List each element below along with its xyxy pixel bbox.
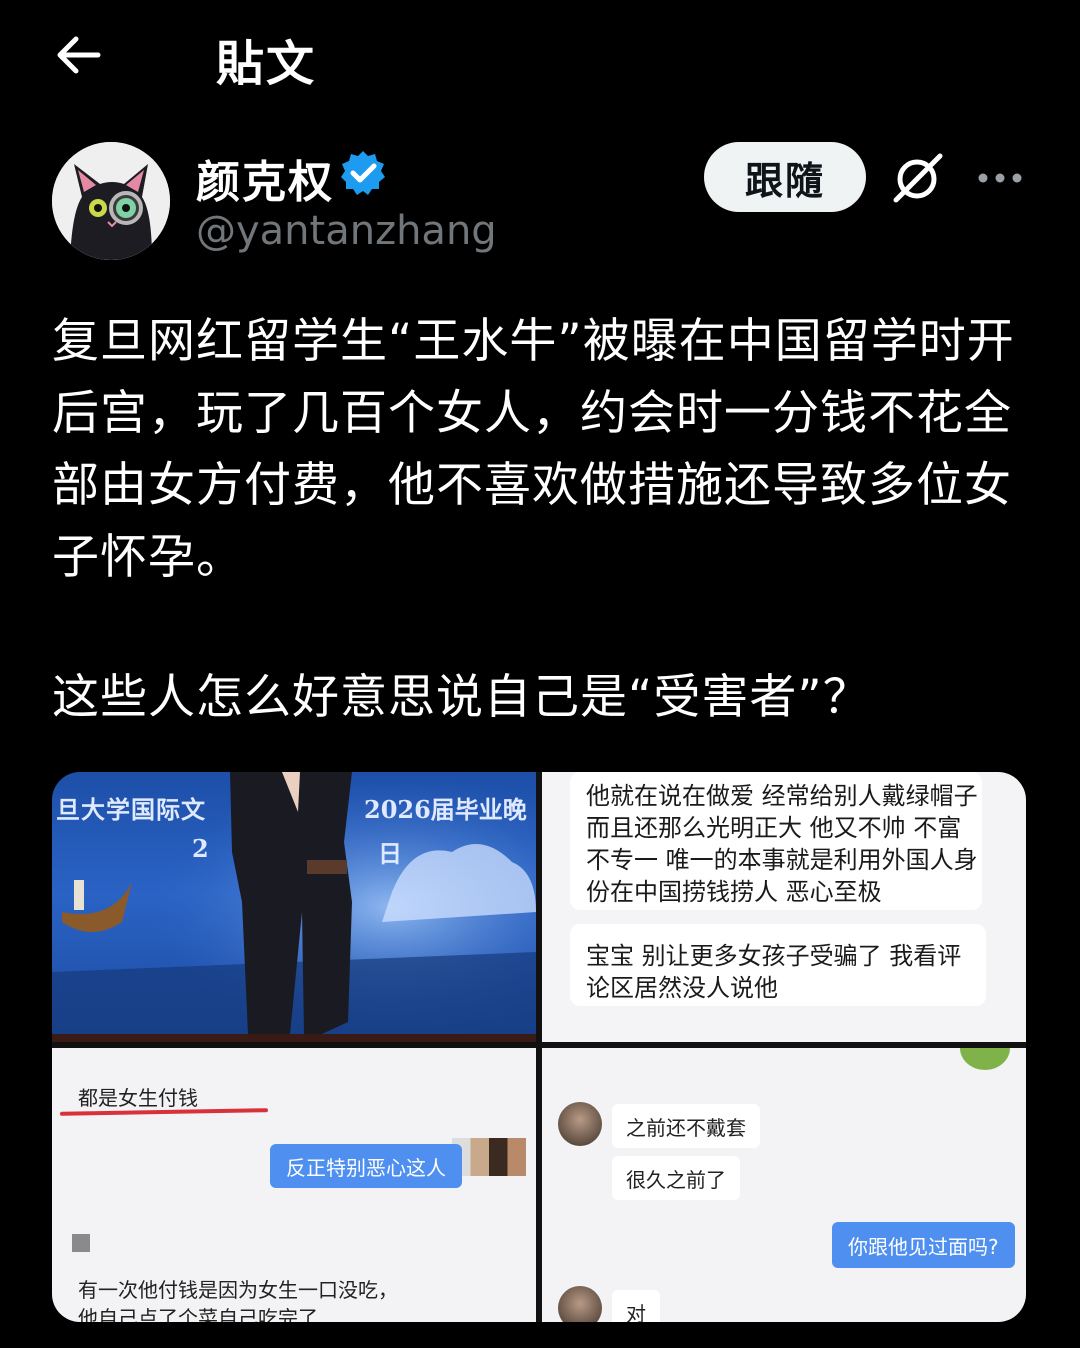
contact-avatar: [558, 1102, 602, 1146]
media-image-chat1[interactable]: 他就在说在做爱 经常给别人戴绿帽子 而且还那么光明正大 他又不帅 不富 不专一 …: [542, 772, 1026, 1042]
post-paragraph: 这些人怎么好意思说自己是“受害者”？: [52, 670, 871, 725]
chat-message-line: 有一次他付钱是因为女生一口没吃，: [78, 1278, 398, 1302]
chat-bubble-sent: 反正特别恶心这人: [270, 1144, 462, 1188]
grok-icon: [893, 153, 943, 203]
chat-message-line: 而且还那么光明正大 他又不帅 不富: [586, 814, 962, 842]
chat-message: 都是女生付钱: [78, 1086, 198, 1110]
author-handle[interactable]: @yantanzhang: [196, 208, 497, 254]
top-bar: 貼文: [0, 0, 1080, 110]
media-image-stage[interactable]: 旦大学国际文 2026届毕业晚 2 日: [52, 772, 536, 1042]
chat-bubble-received: 之前还不戴套: [612, 1104, 760, 1148]
page-title: 貼文: [216, 36, 317, 92]
avatar-placeholder: [72, 1234, 90, 1252]
verified-badge-icon: [338, 148, 388, 198]
media-image-chat3[interactable]: 之前还不戴套 很久之前了 你跟他见过面吗? 对: [542, 1048, 1026, 1322]
green-avatar: [960, 1048, 1010, 1070]
banner-sub-left: 2: [192, 834, 209, 863]
pixelated-avatar: [452, 1138, 526, 1176]
cat-avatar-icon: [52, 142, 170, 260]
media-grid[interactable]: 旦大学国际文 2026届毕业晚 2 日 他就在说在做爱 经常给别人戴绿帽子 而且…: [52, 772, 1026, 1322]
more-horizontal-icon: [978, 173, 1022, 183]
media-image-chat2[interactable]: 都是女生付钱 反正特别恶心这人 有一次他付钱是因为女生一口没吃， 他自己点了个菜…: [52, 1048, 536, 1322]
grok-button[interactable]: [890, 150, 946, 206]
contact-avatar: [558, 1286, 602, 1322]
chat-message-line: 论区居然没人说他: [586, 974, 778, 1002]
banner-text-left: 旦大学国际文: [56, 795, 206, 824]
chat-bubble-received: 很久之前了: [612, 1156, 740, 1200]
chat-bubble-sent: 你跟他见过面吗?: [832, 1222, 1015, 1268]
author-name[interactable]: 颜克权: [196, 146, 334, 210]
post-text: 复旦网红留学生“王水牛”被曝在中国留学时开后宫，玩了几百个女人，约会时一分钱不花…: [52, 306, 1032, 734]
chat-message-line: 他自己点了个菜自己吃完了: [78, 1306, 318, 1322]
chat-message-line: 份在中国捞钱捞人 恶心至极: [586, 878, 882, 906]
arrow-left-icon: [57, 36, 101, 74]
back-button[interactable]: [50, 28, 106, 84]
follow-button[interactable]: 跟隨: [704, 142, 866, 212]
chat-message-line: 他就在说在做爱 经常给别人戴绿帽子: [586, 782, 978, 810]
chat-bubble-received: 对: [612, 1290, 660, 1322]
post-paragraph: 复旦网红留学生“王水牛”被曝在中国留学时开后宫，玩了几百个女人，约会时一分钱不花…: [52, 314, 1015, 585]
more-button[interactable]: [975, 160, 1025, 196]
avatar[interactable]: [52, 142, 170, 260]
chat-message-line: 宝宝 别让更多女孩子受骗了 我看评: [586, 942, 962, 970]
chat-message: 有一次他付钱是因为女生一口没吃， 他自己点了个菜自己吃完了: [78, 1276, 458, 1322]
banner-sub-right: 日: [378, 839, 402, 868]
chat-message-line: 不专一 唯一的本事就是利用外国人身: [586, 846, 978, 874]
banner-text-right: 2026届毕业晚: [364, 795, 527, 824]
